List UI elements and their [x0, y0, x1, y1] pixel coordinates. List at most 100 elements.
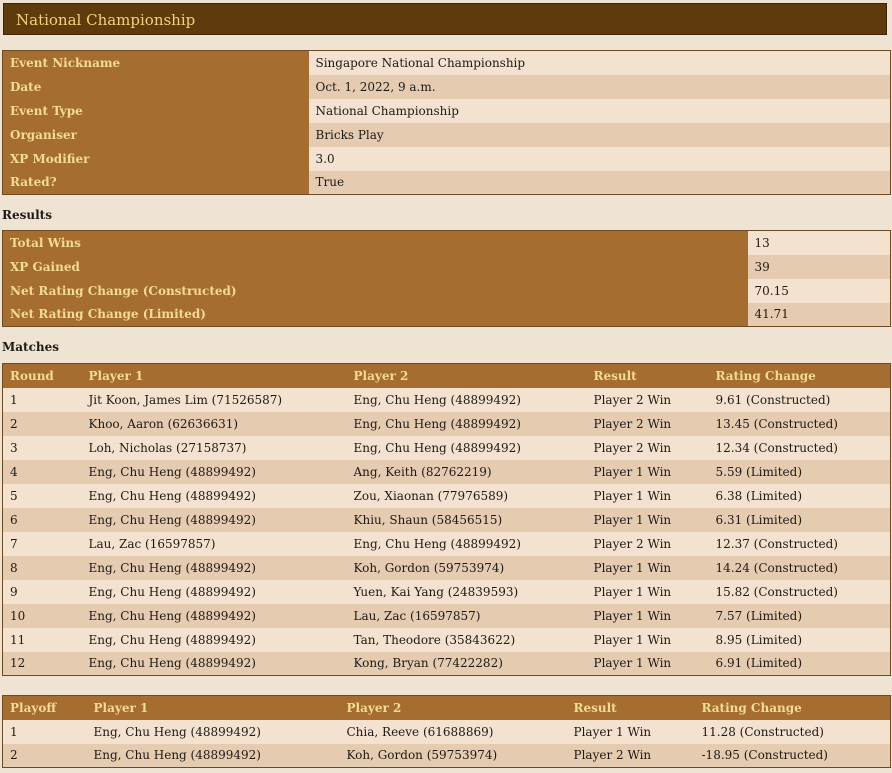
detail-row: Total Wins 13: [2, 230, 891, 255]
table-cell: 15.82 (Constructed): [708, 579, 891, 604]
detail-value: 39: [747, 254, 891, 279]
column-header: Round: [2, 363, 82, 388]
detail-label: Organiser: [2, 122, 309, 147]
table-cell: Loh, Nicholas (27158737): [81, 435, 347, 460]
table-cell: 14.24 (Constructed): [708, 555, 891, 580]
table-cell: Eng, Chu Heng (48899492): [86, 743, 340, 768]
playoffs-header-row: Playoff Player 1 Player 2 Result Rating Chan…: [2, 695, 891, 720]
detail-label: Total Wins: [2, 230, 748, 255]
table-cell: 3: [2, 435, 82, 460]
table-cell: Eng, Chu Heng (48899492): [81, 555, 347, 580]
table-cell: 9: [2, 579, 82, 604]
table-cell: 5: [2, 483, 82, 508]
detail-value: True: [308, 170, 891, 195]
detail-row: XP Gained 39: [2, 254, 891, 279]
table-cell: 2: [2, 411, 82, 436]
table-cell: Player 2 Win: [586, 411, 709, 436]
table-cell: Eng, Chu Heng (48899492): [86, 719, 340, 744]
table-cell: Eng, Chu Heng (48899492): [346, 531, 587, 556]
table-cell: Jit Koon, James Lim (71526587): [81, 387, 347, 412]
table-cell: 13.45 (Constructed): [708, 411, 891, 436]
table-cell: 6.91 (Limited): [708, 651, 891, 676]
table-cell: Player 1 Win: [586, 579, 709, 604]
detail-row: Organiser Bricks Play: [2, 122, 891, 147]
table-row: 10 Eng, Chu Heng (48899492) Lau, Zac (1659…: [2, 603, 891, 628]
table-row: 1 Eng, Chu Heng (48899492) Chia, Reeve (61…: [2, 719, 891, 744]
page-header: National Championship: [3, 3, 887, 35]
matches-header-row: Round Player 1 Player 2 Result Rating Change: [2, 363, 891, 388]
column-header: Result: [586, 363, 709, 388]
detail-label: XP Gained: [2, 254, 748, 279]
table-row: 3 Loh, Nicholas (27158737) Eng, Chu Heng (…: [2, 435, 891, 460]
table-cell: Lau, Zac (16597857): [81, 531, 347, 556]
detail-row: Net Rating Change (Constructed) 70.15: [2, 278, 891, 303]
event-details-table: Event Nickname Singapore National Champio…: [2, 50, 891, 195]
matches-heading: Matches: [2, 340, 60, 354]
table-cell: Koh, Gordon (59753974): [346, 555, 587, 580]
table-cell: Eng, Chu Heng (48899492): [81, 627, 347, 652]
table-cell: 12: [2, 651, 82, 676]
table-cell: Eng, Chu Heng (48899492): [81, 483, 347, 508]
table-cell: Player 2 Win: [586, 387, 709, 412]
column-header: Player 1: [86, 695, 340, 720]
results-body: Total Wins 13 XP Gained 39 Net Rating Change…: [2, 230, 891, 327]
table-row: 6 Eng, Chu Heng (48899492) Khiu, Shaun (58…: [2, 507, 891, 532]
table-cell: Khoo, Aaron (62636631): [81, 411, 347, 436]
table-row: 5 Eng, Chu Heng (48899492) Zou, Xiaonan (7…: [2, 483, 891, 508]
column-header: Result: [566, 695, 695, 720]
column-header: Playoff: [2, 695, 87, 720]
results-table: Total Wins 13 XP Gained 39 Net Rating Change…: [2, 230, 891, 327]
table-cell: Yuen, Kai Yang (24839593): [346, 579, 587, 604]
table-cell: Eng, Chu Heng (48899492): [81, 603, 347, 628]
detail-label: Rated?: [2, 170, 309, 195]
table-row: 8 Eng, Chu Heng (48899492) Koh, Gordon (59…: [2, 555, 891, 580]
table-cell: Player 2 Win: [586, 531, 709, 556]
results-heading: Results: [2, 208, 52, 222]
table-cell: Player 1 Win: [566, 719, 695, 744]
detail-row: Rated? True: [2, 170, 891, 195]
detail-row: Event Nickname Singapore National Champio…: [2, 50, 891, 75]
table-cell: 11: [2, 627, 82, 652]
table-cell: Khiu, Shaun (58456515): [346, 507, 587, 532]
detail-label: XP Modifier: [2, 146, 309, 171]
table-cell: 12.37 (Constructed): [708, 531, 891, 556]
detail-value: Oct. 1, 2022, 9 a.m.: [308, 74, 891, 99]
detail-value: 41.71: [747, 302, 891, 327]
table-cell: 2: [2, 743, 87, 768]
table-cell: Player 1 Win: [586, 603, 709, 628]
column-header: Player 2: [339, 695, 567, 720]
table-cell: Tan, Theodore (35843622): [346, 627, 587, 652]
detail-row: XP Modifier 3.0: [2, 146, 891, 171]
detail-row: Net Rating Change (Limited) 41.71: [2, 302, 891, 327]
table-cell: Zou, Xiaonan (77976589): [346, 483, 587, 508]
table-cell: 6: [2, 507, 82, 532]
table-cell: -18.95 (Constructed): [694, 743, 891, 768]
detail-value: 13: [747, 230, 891, 255]
detail-label: Date: [2, 74, 309, 99]
table-cell: 8: [2, 555, 82, 580]
column-header: Rating Change: [694, 695, 891, 720]
detail-label: Net Rating Change (Constructed): [2, 278, 748, 303]
table-cell: Eng, Chu Heng (48899492): [81, 459, 347, 484]
table-cell: Player 1 Win: [586, 555, 709, 580]
column-header: Rating Change: [708, 363, 891, 388]
column-header: Player 1: [81, 363, 347, 388]
table-cell: Eng, Chu Heng (48899492): [346, 387, 587, 412]
table-row: 11 Eng, Chu Heng (48899492) Tan, Theodore …: [2, 627, 891, 652]
table-row: 9 Eng, Chu Heng (48899492) Yuen, Kai Yang …: [2, 579, 891, 604]
column-header: Player 2: [346, 363, 587, 388]
table-cell: 7: [2, 531, 82, 556]
table-cell: Koh, Gordon (59753974): [339, 743, 567, 768]
table-cell: 7.57 (Limited): [708, 603, 891, 628]
table-cell: Player 2 Win: [586, 435, 709, 460]
table-cell: Kong, Bryan (77422282): [346, 651, 587, 676]
table-cell: Player 1 Win: [586, 507, 709, 532]
table-row: 4 Eng, Chu Heng (48899492) Ang, Keith (827…: [2, 459, 891, 484]
detail-row: Date Oct. 1, 2022, 9 a.m.: [2, 74, 891, 99]
detail-value: 70.15: [747, 278, 891, 303]
table-cell: Ang, Keith (82762219): [346, 459, 587, 484]
table-row: 1 Jit Koon, James Lim (71526587) Eng, Chu …: [2, 387, 891, 412]
detail-row: Event Type National Championship: [2, 98, 891, 123]
page-title: National Championship: [16, 11, 196, 29]
table-cell: Eng, Chu Heng (48899492): [81, 507, 347, 532]
